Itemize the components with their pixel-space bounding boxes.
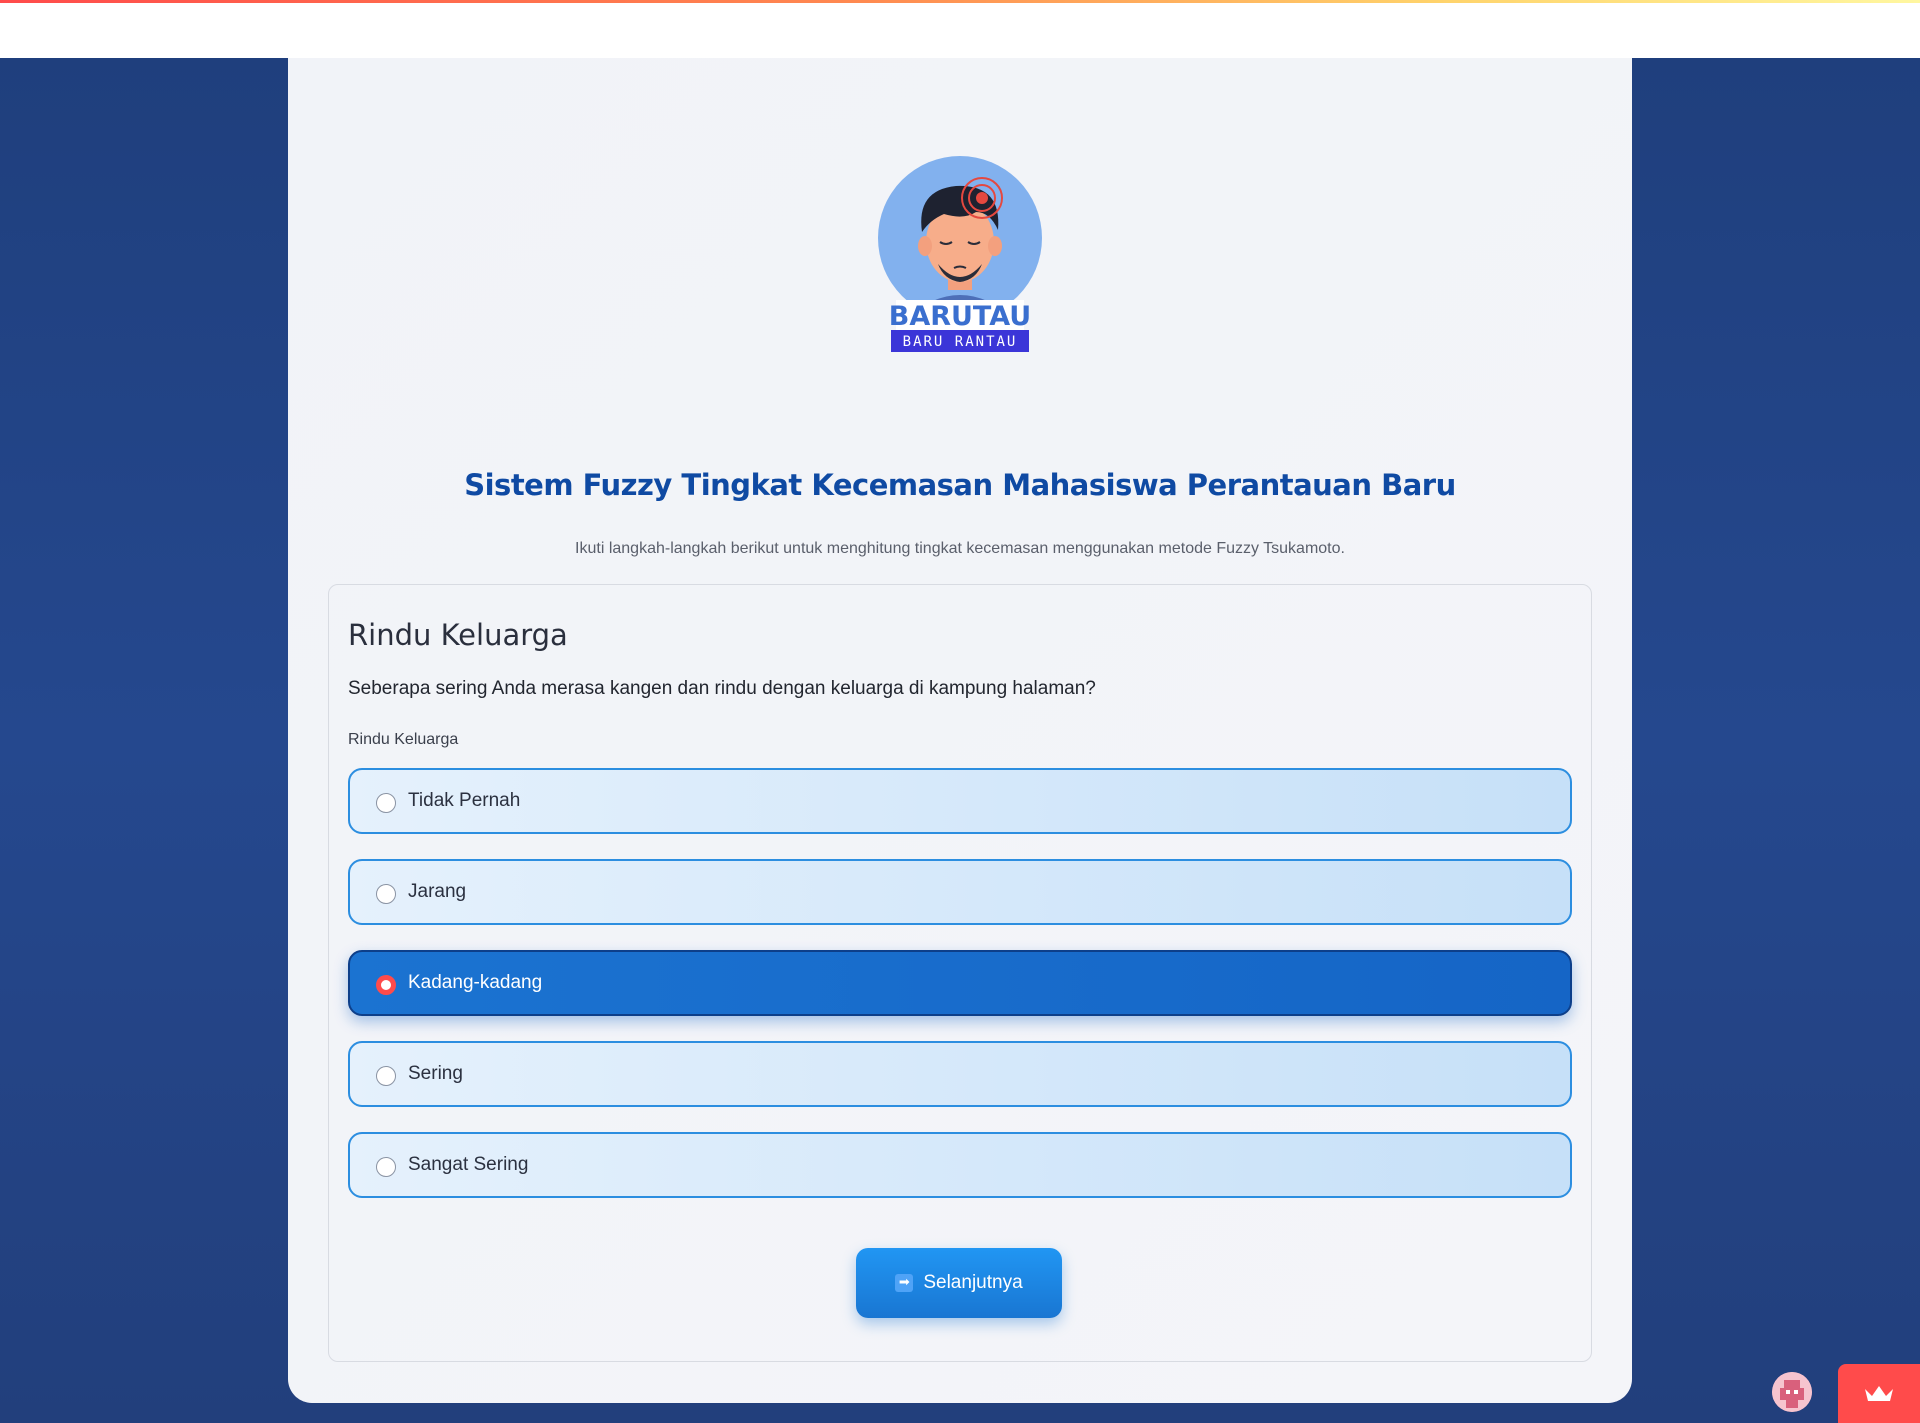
option-sering[interactable]: Sering [348,1041,1572,1107]
app-header [0,3,1920,58]
radio-button[interactable] [376,884,396,904]
page-title: Sistem Fuzzy Tingkat Kecemasan Mahasiswa… [464,468,1456,502]
question-title: Rindu Keluarga [348,618,568,652]
crown-icon [1865,1385,1893,1401]
barutau-logo: BARUTAU BARU RANTAU [864,150,1056,360]
page-subtitle: Ikuti langkah-langkah berikut untuk meng… [575,540,1345,557]
option-label: Kadang-kadang [408,972,543,993]
crown-button[interactable] [1838,1364,1920,1423]
option-tidak-pernah[interactable]: Tidak Pernah [348,768,1572,834]
next-button[interactable]: ➡ Selanjutnya [856,1248,1062,1318]
option-jarang[interactable]: Jarang [348,859,1572,925]
next-button-label: Selanjutnya [923,1272,1023,1293]
logo-tagline: BARU RANTAU [903,334,1018,350]
logo-wordmark: BARUTAU [889,301,1032,332]
logo-illustration: BARUTAU BARU RANTAU [878,156,1042,352]
radio-button-selected[interactable] [376,975,396,995]
right-arrow-icon: ➡ [895,1274,914,1292]
option-kadang-kadang[interactable]: Kadang-kadang [348,950,1572,1016]
question-text: Seberapa sering Anda merasa kangen dan r… [348,678,1096,699]
option-label: Sering [408,1063,463,1084]
radio-button[interactable] [376,1157,396,1177]
option-label: Jarang [408,881,467,902]
option-label: Tidak Pernah [408,790,521,811]
radio-group-label: Rindu Keluarga [348,731,459,748]
option-sangat-sering[interactable]: Sangat Sering [348,1132,1572,1198]
radio-button[interactable] [376,793,396,813]
radio-button[interactable] [376,1066,396,1086]
user-avatar-icon[interactable] [1772,1372,1812,1412]
option-label: Sangat Sering [408,1154,529,1175]
